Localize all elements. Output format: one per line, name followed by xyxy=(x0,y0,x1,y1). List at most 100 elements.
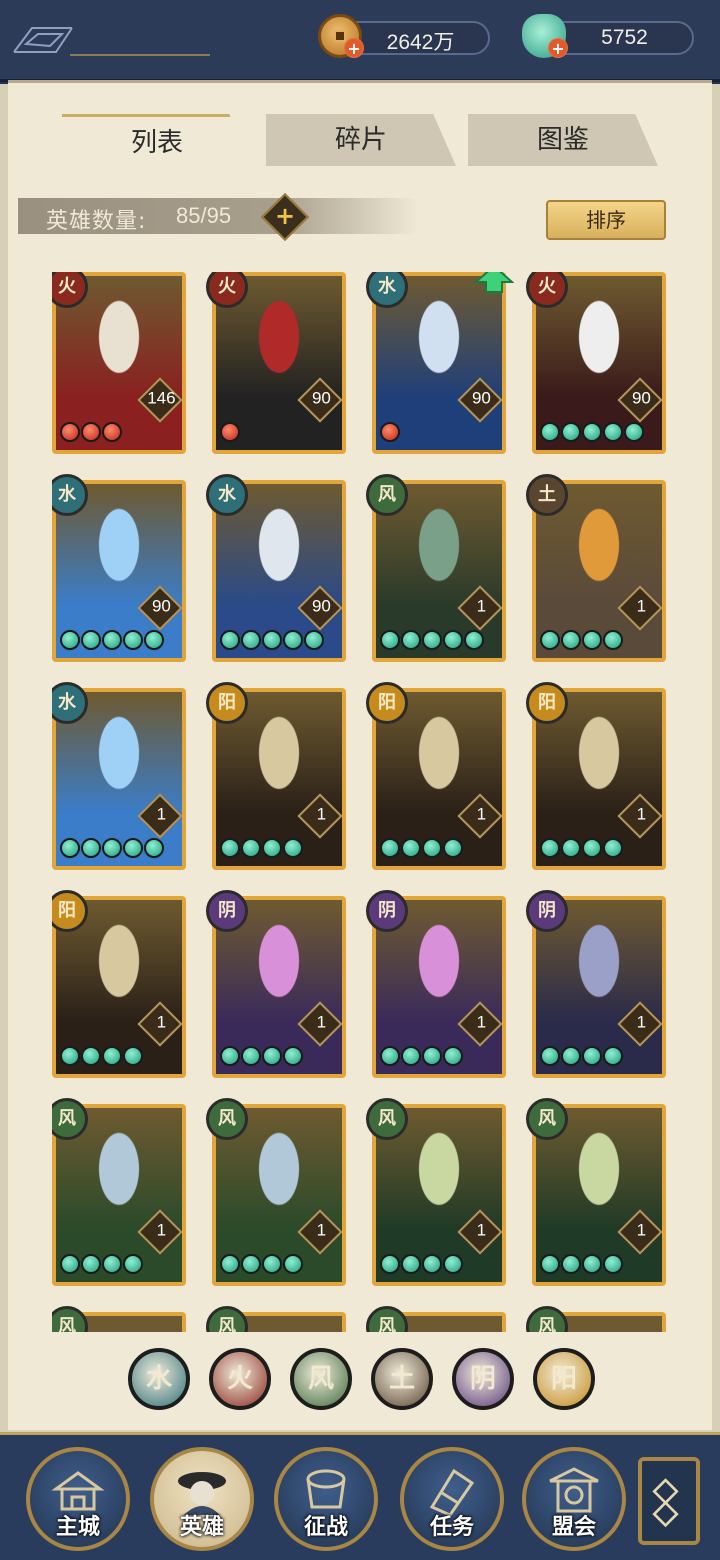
star-orb-icon xyxy=(60,630,80,650)
star-orb-icon xyxy=(422,1046,442,1066)
nav-item-alliance[interactable]: 盟会 xyxy=(522,1447,626,1551)
nav-item-heroes[interactable]: 英雄 xyxy=(150,1447,254,1551)
nav-label: 任务 xyxy=(429,1515,474,1540)
star-orb-icon xyxy=(380,422,400,442)
star-orb-icon xyxy=(582,1046,602,1066)
hero-level: 90 xyxy=(151,596,171,616)
bottom-nav: 主城 英雄 征战 任务 盟会 xyxy=(0,1432,720,1560)
star-orb-icon xyxy=(81,422,101,442)
star-orb-icon xyxy=(262,1046,282,1066)
star-orb-icon xyxy=(60,422,80,442)
add-copper-button[interactable]: + xyxy=(344,38,364,58)
element-badge: 阴 xyxy=(206,890,248,932)
hero-level: 90 xyxy=(311,388,331,408)
star-orb-icon xyxy=(81,1046,101,1066)
star-orb-icon xyxy=(603,630,623,650)
sort-button[interactable]: 排序 xyxy=(546,200,666,240)
hero-level: 146 xyxy=(147,388,176,408)
top-bar: 2642万 + 5752 + xyxy=(0,0,720,82)
star-orb-icon xyxy=(220,1254,240,1274)
hero-stars xyxy=(380,630,485,652)
element-filter-button[interactable]: 阴 xyxy=(452,1348,514,1410)
nav-label: 征战 xyxy=(303,1515,348,1540)
hero-level: 1 xyxy=(316,1012,327,1032)
star-orb-icon xyxy=(603,1254,623,1274)
star-orb-icon xyxy=(401,1046,421,1066)
star-orb-icon xyxy=(443,1046,463,1066)
nav-item-campaign[interactable]: 征战 xyxy=(274,1447,378,1551)
star-orb-icon xyxy=(283,630,303,650)
hero-stars xyxy=(220,422,241,444)
hero-stars xyxy=(220,1046,304,1068)
hero-level: 1 xyxy=(476,1220,487,1240)
star-orb-icon xyxy=(540,1046,560,1066)
element-badge: 阴 xyxy=(526,890,568,932)
menu-button[interactable] xyxy=(638,1457,700,1545)
hero-level: 90 xyxy=(631,388,651,408)
tab-codex[interactable]: 图鉴 xyxy=(468,114,658,166)
hero-stars xyxy=(540,630,624,652)
star-orb-icon xyxy=(60,1254,80,1274)
star-orb-icon xyxy=(582,630,602,650)
element-filter-button[interactable]: 阳 xyxy=(533,1348,595,1410)
hero-stars xyxy=(60,1046,144,1068)
element-filter-button[interactable]: 火 xyxy=(209,1348,271,1410)
hero-stars xyxy=(220,838,304,860)
element-badge: 风 xyxy=(52,1306,88,1332)
upgrade-arrow-icon xyxy=(474,272,514,293)
element-badge: 风 xyxy=(206,1306,248,1332)
nav-label: 英雄 xyxy=(179,1515,224,1540)
star-orb-icon xyxy=(123,1046,143,1066)
star-orb-icon xyxy=(60,1046,80,1066)
element-badge: 水 xyxy=(206,474,248,516)
star-orb-icon xyxy=(540,630,560,650)
hero-stars xyxy=(60,838,165,860)
add-jade-button[interactable]: + xyxy=(548,38,568,58)
hero-level: 1 xyxy=(476,804,487,824)
star-orb-icon xyxy=(102,422,122,442)
hero-level: 1 xyxy=(156,1012,167,1032)
star-orb-icon xyxy=(283,1046,303,1066)
copper-currency: 2642万 + xyxy=(318,14,498,58)
star-orb-icon xyxy=(443,838,463,858)
back-button[interactable] xyxy=(12,22,74,58)
hero-level: 1 xyxy=(316,804,327,824)
element-badge: 阳 xyxy=(526,682,568,724)
star-orb-icon xyxy=(81,1254,101,1274)
star-orb-icon xyxy=(603,1046,623,1066)
element-filter-button[interactable]: 水 xyxy=(128,1348,190,1410)
star-orb-icon xyxy=(380,1046,400,1066)
star-orb-icon xyxy=(422,838,442,858)
tab-fragments[interactable]: 碎片 xyxy=(266,114,456,166)
star-orb-icon xyxy=(422,1254,442,1274)
nav-label: 盟会 xyxy=(551,1515,596,1540)
element-filter-button[interactable]: 风 xyxy=(290,1348,352,1410)
nav-item-quests[interactable]: 任务 xyxy=(400,1447,504,1551)
nav-item-city[interactable]: 主城 xyxy=(26,1447,130,1551)
hero-level: 1 xyxy=(636,1220,647,1240)
element-filter-button[interactable]: 土 xyxy=(371,1348,433,1410)
lattice-icon xyxy=(652,1478,679,1528)
jade-currency: 5752 + xyxy=(522,14,702,58)
element-badge: 土 xyxy=(526,474,568,516)
star-orb-icon xyxy=(283,1254,303,1274)
star-orb-icon xyxy=(123,1254,143,1274)
element-badge: 风 xyxy=(366,1098,408,1140)
star-orb-icon xyxy=(464,630,484,650)
star-orb-icon xyxy=(262,838,282,858)
star-orb-icon xyxy=(262,1254,282,1274)
star-orb-icon xyxy=(603,838,623,858)
star-orb-icon xyxy=(582,838,602,858)
star-orb-icon xyxy=(262,630,282,650)
star-orb-icon xyxy=(102,1046,122,1066)
element-badge: 风 xyxy=(526,1098,568,1140)
hero-count-value: 85/95 xyxy=(176,203,232,228)
hero-stars xyxy=(220,630,325,652)
jade-value: 5752 xyxy=(601,26,648,49)
star-orb-icon xyxy=(81,838,101,858)
star-orb-icon xyxy=(102,838,122,858)
tab-list[interactable]: 列表 xyxy=(62,114,252,166)
title-underline xyxy=(70,54,210,56)
star-orb-icon xyxy=(60,838,80,858)
star-orb-icon xyxy=(380,630,400,650)
